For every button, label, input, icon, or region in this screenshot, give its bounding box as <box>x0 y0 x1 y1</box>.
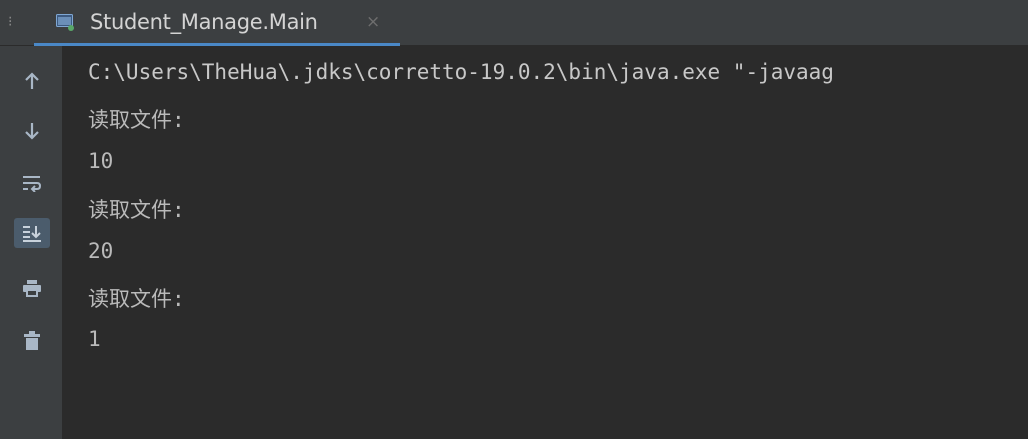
down-stack-button[interactable] <box>14 116 50 146</box>
up-stack-button[interactable] <box>14 66 50 96</box>
tab-student-manage-main[interactable]: Student_Manage.Main × <box>34 6 400 45</box>
print-icon <box>23 280 41 297</box>
console-line: 20 <box>88 239 114 263</box>
arrow-up-icon <box>25 72 39 89</box>
arrow-down-icon <box>25 123 39 140</box>
clear-all-button[interactable] <box>14 326 50 356</box>
console-line: 读取文件: <box>88 287 185 311</box>
print-button[interactable] <box>14 273 50 303</box>
console-output[interactable]: C:\Users\TheHua\.jdks\corretto-19.0.2\bi… <box>62 46 1028 439</box>
scroll-to-end-button[interactable] <box>14 218 50 248</box>
console-line: 读取文件: <box>88 108 185 132</box>
console-line: 10 <box>88 149 114 173</box>
console-tab-icon <box>56 14 75 31</box>
console-line-command: C:\Users\TheHua\.jdks\corretto-19.0.2\bi… <box>88 60 834 84</box>
tab-bar: ⁝ Student_Manage.Main × <box>0 0 1028 46</box>
soft-wrap-icon <box>23 176 42 192</box>
console-line: 1 <box>88 327 101 351</box>
tab-close-icon[interactable]: × <box>366 12 380 32</box>
scroll-to-end-icon <box>23 226 41 242</box>
soft-wrap-button[interactable] <box>14 168 50 198</box>
trash-icon <box>24 331 40 350</box>
console-toolbar <box>0 46 62 439</box>
tab-title: Student_Manage.Main <box>90 10 318 34</box>
console-line: 读取文件: <box>88 198 185 222</box>
more-tabs-icon[interactable]: ⁝ <box>8 15 12 29</box>
